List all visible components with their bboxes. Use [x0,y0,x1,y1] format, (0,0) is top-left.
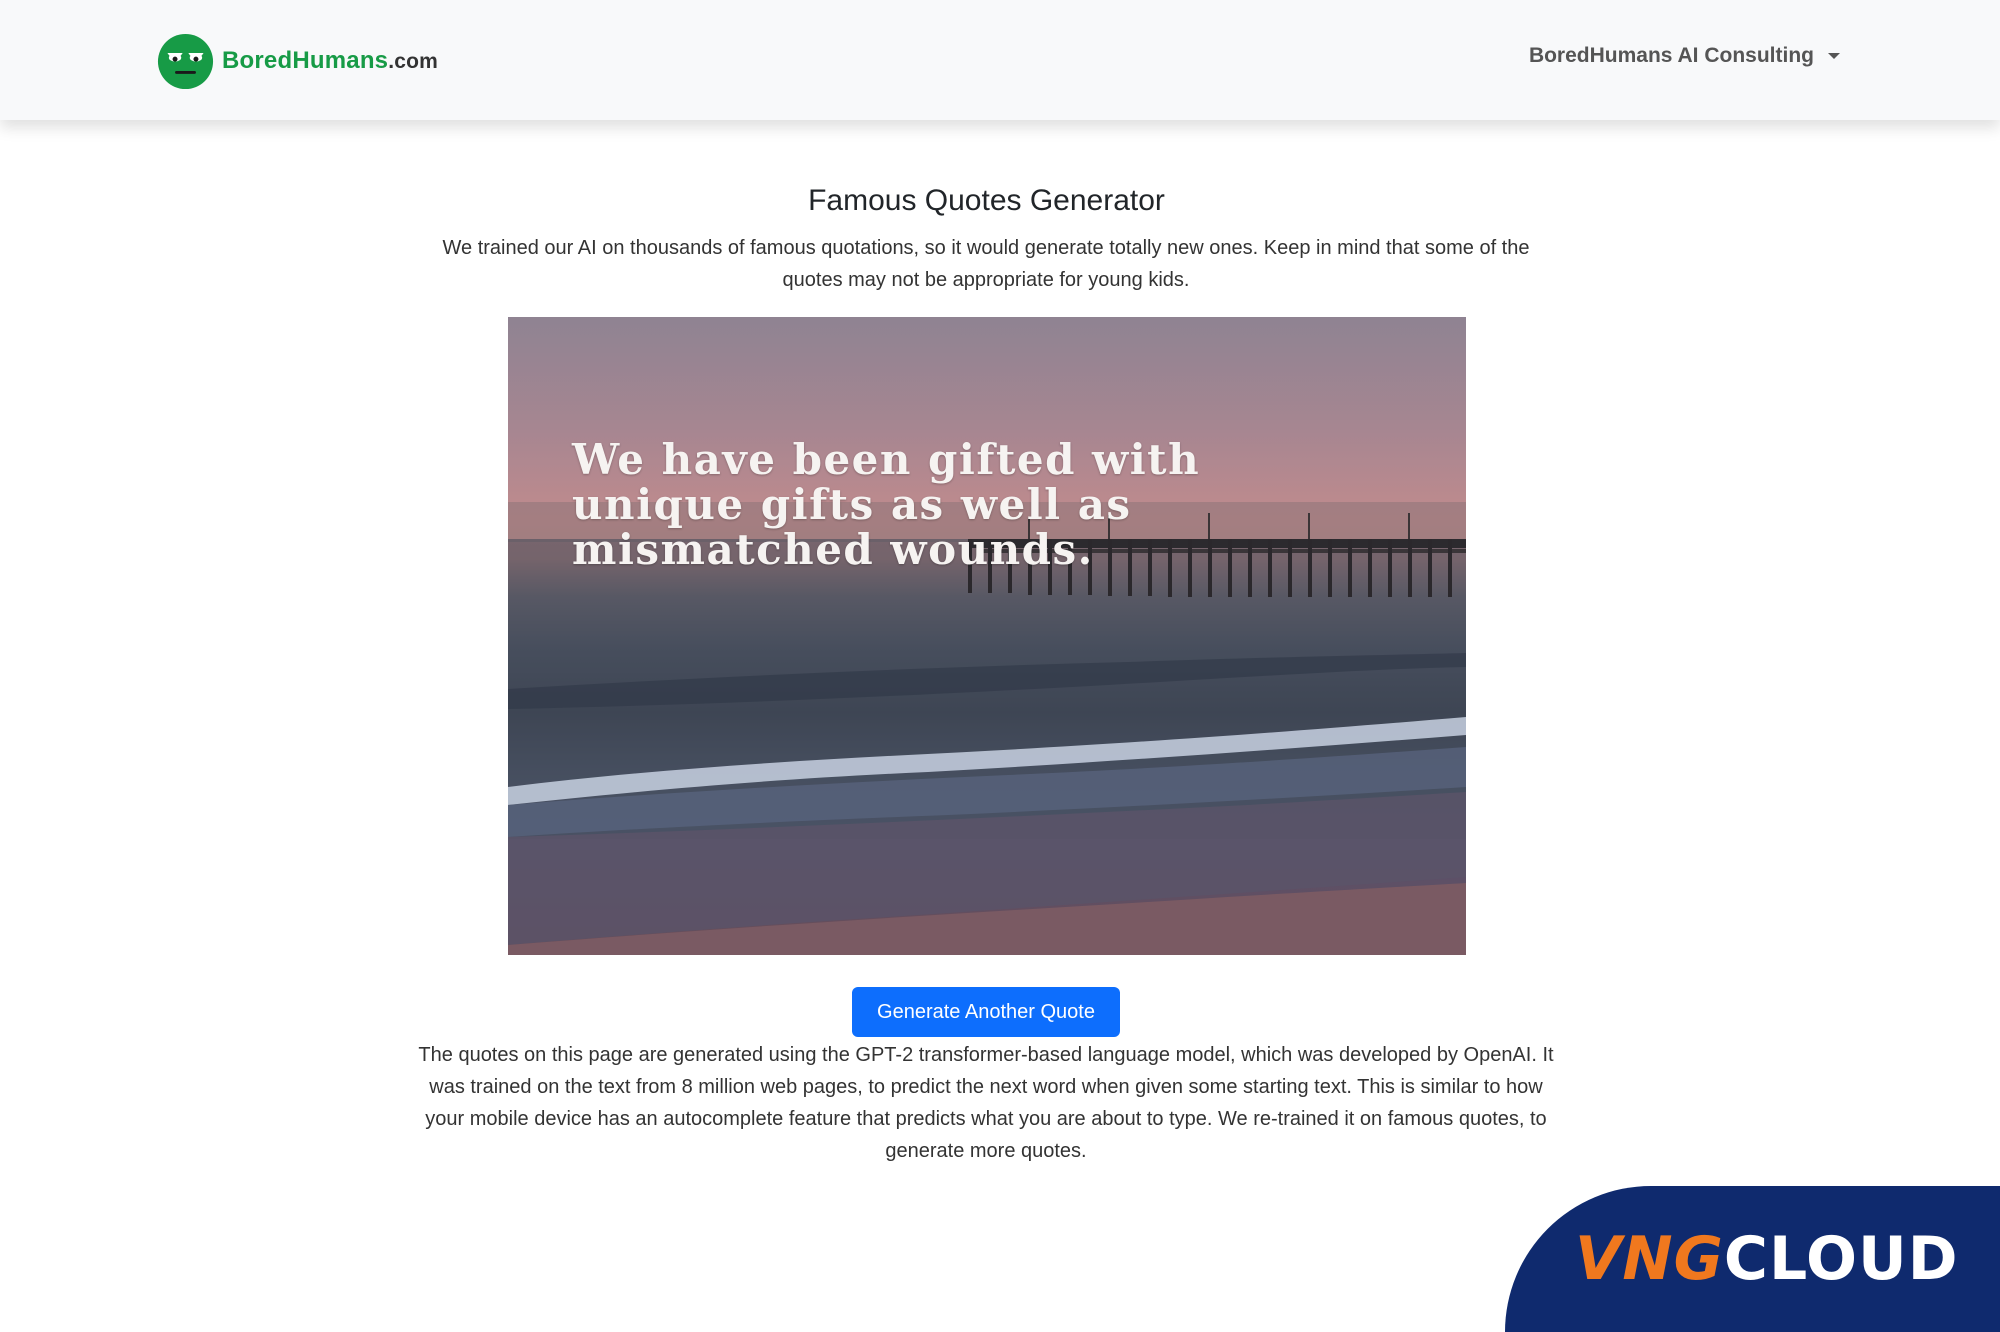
brand-name-domain: .com [388,50,439,73]
quote-image: We have been gifted with unique gifts as … [508,317,1466,955]
quote-text: We have been gifted with unique gifts as … [572,437,1272,572]
consulting-dropdown[interactable]: BoredHumans AI Consulting [1529,44,1840,68]
beach-pier-sunset-image [508,502,1466,955]
watermark-part1: VNG [1575,1224,1724,1294]
brand-name-main: BoredHumans [222,47,389,74]
quote-line: mismatched wounds. [572,525,1094,574]
consulting-dropdown-label: BoredHumans AI Consulting [1528,44,1814,67]
intro-text: We trained our AI on thousands of famous… [442,237,1530,291]
about-text: The quotes on this page are generated us… [418,1044,1554,1162]
brand-name: BoredHumans.com [222,47,438,75]
caret-down-icon [1828,53,1840,59]
quote-line: We have been gifted with [572,435,1201,484]
watermark-logo: VNGCLOUD [1575,1224,1959,1294]
watermark-part2: CLOUD [1723,1224,1959,1294]
navbar: BoredHumans.com BoredHumans AI Consultin… [0,0,2000,120]
generate-another-quote-button[interactable]: Generate Another Quote [852,987,1120,1037]
quote-line: unique gifts as well as [572,480,1132,529]
page-title: Famous Quotes Generator [808,184,1165,217]
vng-cloud-watermark: VNGCLOUD [1505,1186,2000,1332]
brand-link[interactable]: BoredHumans.com [157,31,438,91]
bored-face-logo-icon [157,33,214,89]
